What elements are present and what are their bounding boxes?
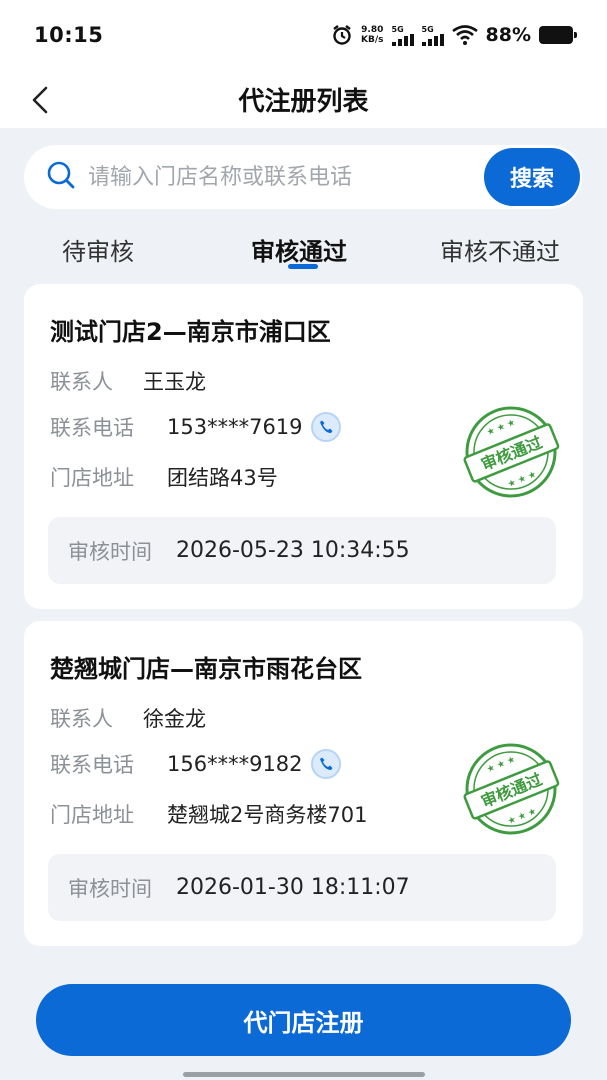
battery-icon — [539, 26, 577, 44]
phone-row: 联系电话 153****7619 — [50, 412, 341, 442]
store-card[interactable]: 测试门店2—南京市浦口区 联系人 王玉龙 联系电话 153****7619 门店… — [24, 284, 583, 609]
chevron-left-icon — [32, 86, 48, 114]
register-store-button[interactable]: 代门店注册 — [36, 984, 571, 1056]
phone-row: 联系电话 156****9182 — [50, 749, 341, 779]
tab-rejected[interactable]: 审核不通过 — [440, 232, 560, 267]
address-value: 楚翘城2号商务楼701 — [167, 803, 368, 827]
store-name: 楚翘城门店—南京市雨花台区 — [50, 655, 362, 683]
store-name: 测试门店2—南京市浦口区 — [50, 318, 331, 346]
tab-approved[interactable]: 审核通过 — [251, 232, 347, 267]
sim2-label: 5G — [421, 24, 434, 34]
sim1-signal: 5G — [391, 24, 414, 46]
phone-value: 153****7619 — [167, 415, 303, 439]
sim1-label: 5G — [391, 24, 404, 34]
back-button[interactable] — [20, 80, 60, 120]
store-card[interactable]: 楚翘城门店—南京市雨花台区 联系人 徐金龙 联系电话 156****9182 门… — [24, 621, 583, 946]
battery-percent: 88% — [485, 24, 531, 46]
network-speed-value: 9.80 — [361, 25, 384, 35]
address-value: 团结路43号 — [167, 466, 278, 490]
status-tabs: 待审核 审核通过 审核不通过 — [0, 222, 607, 274]
contact-row: 联系人 王玉龙 — [50, 366, 206, 396]
phone-label: 联系电话 — [50, 416, 134, 440]
signal-bars-icon — [421, 33, 444, 46]
active-tab-indicator — [288, 264, 318, 269]
alarm-icon — [331, 24, 353, 46]
review-time-value: 2026-05-23 10:34:55 — [176, 538, 410, 563]
tab-pending[interactable]: 待审核 — [62, 232, 134, 267]
network-speed-unit: KB/s — [361, 35, 384, 45]
contact-label: 联系人 — [50, 370, 113, 394]
phone-value: 156****9182 — [167, 752, 303, 776]
phone-call-icon[interactable] — [310, 749, 341, 779]
address-row: 门店地址 楚翘城2号商务楼701 — [50, 799, 367, 829]
phone-call-icon[interactable] — [310, 412, 341, 442]
approved-stamp-icon: 审核通过 ★ ★ ★ ★ ★ ★ — [463, 743, 560, 835]
search-bar: 搜索 — [24, 145, 582, 209]
status-time: 10:15 — [34, 23, 104, 47]
home-indicator[interactable] — [183, 1072, 425, 1077]
nav-bar: 代注册列表 — [0, 70, 607, 128]
address-label: 门店地址 — [50, 803, 134, 827]
status-icons: 9.80 KB/s 5G 5G 88% — [331, 24, 577, 46]
address-row: 门店地址 团结路43号 — [50, 462, 278, 492]
status-bar: 10:15 9.80 KB/s 5G 5G 88% — [0, 0, 607, 70]
review-time-label: 审核时间 — [68, 876, 152, 901]
contact-label: 联系人 — [50, 707, 113, 731]
review-time-label: 审核时间 — [68, 539, 152, 564]
network-speed: 9.80 KB/s — [361, 25, 383, 45]
review-time-box: 审核时间 2026-01-30 18:11:07 — [48, 854, 556, 921]
wifi-icon — [451, 25, 478, 45]
address-label: 门店地址 — [50, 466, 134, 490]
approved-stamp-icon: 审核通过 ★ ★ ★ ★ ★ ★ — [463, 406, 560, 498]
signal-bars-icon — [391, 33, 414, 46]
review-time-value: 2026-01-30 18:11:07 — [176, 875, 410, 900]
review-time-box: 审核时间 2026-05-23 10:34:55 — [48, 517, 556, 584]
contact-value: 徐金龙 — [143, 707, 206, 731]
phone-label: 联系电话 — [50, 753, 134, 777]
contact-row: 联系人 徐金龙 — [50, 703, 206, 733]
search-button[interactable]: 搜索 — [484, 148, 580, 206]
page-title: 代注册列表 — [238, 86, 369, 117]
sim2-signal: 5G — [421, 24, 444, 46]
search-icon — [46, 160, 76, 194]
contact-value: 王玉龙 — [143, 370, 206, 394]
